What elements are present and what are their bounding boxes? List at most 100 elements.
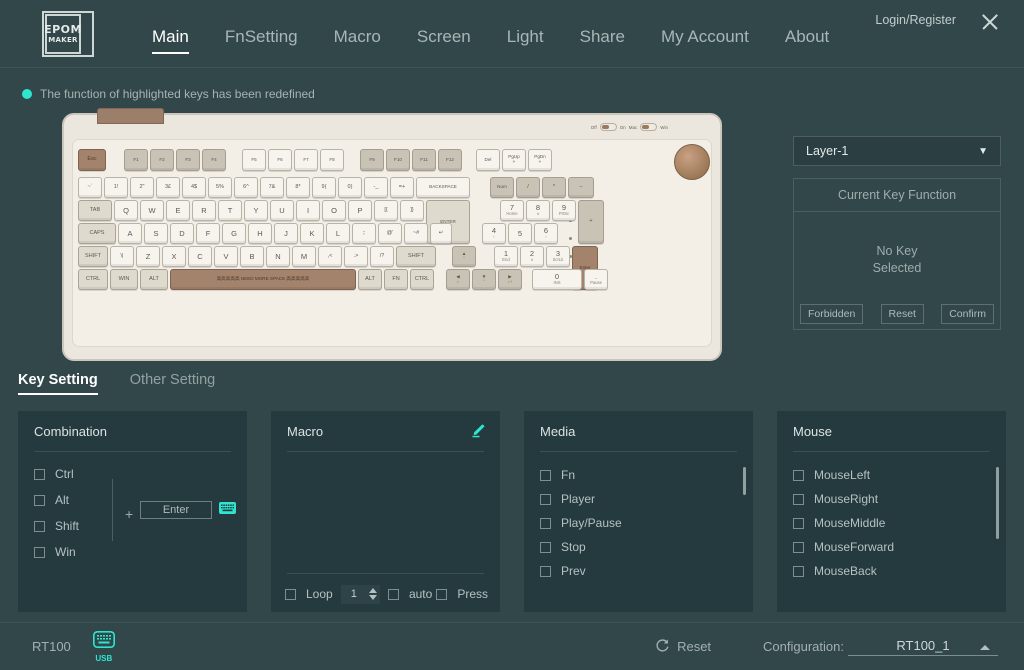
keyboard-key[interactable]: CTRL <box>410 269 434 290</box>
keyboard-key[interactable]: G <box>222 223 246 244</box>
keyboard-key[interactable]: H <box>248 223 272 244</box>
keyboard-key[interactable]: E <box>166 200 190 221</box>
macro-loop-option[interactable]: Loop <box>285 584 333 604</box>
checkbox[interactable] <box>540 469 551 481</box>
checkbox[interactable] <box>793 469 804 481</box>
keyboard-key[interactable]: 8 ∧ <box>526 200 550 221</box>
keyboard-key[interactable]: F5 <box>242 149 266 171</box>
keyboard-key[interactable]: 高高高高高 NEED MORE SPACE 高高高高高 <box>170 269 356 290</box>
modifier-option[interactable]: Ctrl <box>34 461 112 487</box>
keyboard-key[interactable]: F7 <box>294 149 318 171</box>
keyboard-key[interactable]: 6^ <box>234 177 258 198</box>
checkbox[interactable] <box>793 541 804 553</box>
keyboard-key[interactable]: ↵ <box>430 223 452 244</box>
keyboard-key[interactable]: Q <box>114 200 138 221</box>
tab-other-setting[interactable]: Other Setting <box>130 372 215 395</box>
keyboard-key[interactable]: 3£ <box>156 177 180 198</box>
checkbox[interactable] <box>540 493 551 505</box>
keyboard-key[interactable]: CAPS <box>78 223 116 244</box>
nav-item-about[interactable]: About <box>785 0 829 68</box>
keyboard-key[interactable]: PgUp ☀ <box>502 149 526 171</box>
keyboard-key[interactable]: \| <box>110 246 134 267</box>
keyboard-key[interactable]: 7 Home <box>500 200 524 221</box>
stepper-up-icon[interactable] <box>369 588 378 593</box>
keyboard-key[interactable]: * <box>542 177 566 198</box>
keyboard-key[interactable]: D <box>170 223 194 244</box>
keyboard-key[interactable]: ]} <box>400 200 424 221</box>
macro-press-option[interactable]: Press <box>436 584 488 604</box>
keyboard-key[interactable]: F1 <box>124 149 148 171</box>
keyboard-key[interactable]: F8 <box>320 149 344 171</box>
close-icon[interactable] <box>978 10 1002 34</box>
nav-item-screen[interactable]: Screen <box>417 0 471 68</box>
keyboard-toggle-switch[interactable] <box>599 123 617 131</box>
media-option[interactable]: Fn <box>540 463 743 487</box>
keyboard-toggles[interactable]: Off On Mac Win <box>591 123 668 131</box>
keyboard-key[interactable]: ~` <box>78 177 102 198</box>
modifier-option[interactable]: Shift <box>34 513 112 539</box>
keyboard-key[interactable]: X <box>162 246 186 267</box>
keyboard-key[interactable]: S <box>144 223 168 244</box>
keyboard-key[interactable]: 2 ∨ <box>520 246 544 267</box>
mouse-option[interactable]: MouseBack <box>793 559 996 583</box>
nav-item-main[interactable]: Main <box>152 0 189 68</box>
keyboard-key[interactable]: – <box>568 177 594 198</box>
keyboard-key[interactable]: / <box>516 177 540 198</box>
keyboard-key[interactable]: F6 <box>268 149 292 171</box>
keyboard-key[interactable]: . Pause <box>584 269 608 290</box>
nav-item-macro[interactable]: Macro <box>334 0 381 68</box>
keyboard-key[interactable]: 1 End <box>494 246 518 267</box>
checkbox[interactable] <box>34 520 45 532</box>
keyboard-key[interactable]: 7& <box>260 177 284 198</box>
nav-item-light[interactable]: Light <box>507 0 544 68</box>
login-register-link[interactable]: Login/Register <box>875 13 956 27</box>
keyboard-key[interactable]: ▶ ♪+ <box>498 269 522 290</box>
keyboard-key[interactable]: A <box>118 223 142 244</box>
keyboard-key[interactable]: 1! <box>104 177 128 198</box>
combination-key-field[interactable]: Enter <box>140 501 212 519</box>
stepper-down-icon[interactable] <box>369 595 378 600</box>
media-scrollbar[interactable] <box>743 467 746 495</box>
keyboard-key[interactable]: CTRL <box>78 269 108 290</box>
keyboard-key[interactable]: SHIFT <box>396 246 436 267</box>
checkbox[interactable] <box>34 468 45 480</box>
configuration-select[interactable]: RT100_1 <box>848 638 998 656</box>
keyboard-key[interactable]: U <box>270 200 294 221</box>
checkbox[interactable] <box>540 565 551 577</box>
keyboard-key[interactable]: SHIFT <box>78 246 108 267</box>
keyboard-key[interactable]: @' <box>378 223 402 244</box>
confirm-button[interactable]: Confirm <box>941 304 994 324</box>
keyboard-key[interactable]: + <box>578 200 604 244</box>
keyboard-key[interactable]: .> <box>344 246 368 267</box>
keyboard-key[interactable]: 2" <box>130 177 154 198</box>
checkbox[interactable] <box>793 493 804 505</box>
keyboard-visualizer[interactable]: Off On Mac Win Esc F1 F2 F3 F4 F5 F6 F7 F8 F9 F10 F11 F… <box>62 108 722 361</box>
keyboard-key[interactable]: ALT <box>140 269 168 290</box>
keyboard-key[interactable]: F9 <box>360 149 384 171</box>
checkbox[interactable] <box>387 588 399 600</box>
keyboard-key[interactable]: W <box>140 200 164 221</box>
keyboard-key[interactable]: ,< <box>318 246 342 267</box>
keyboard-key[interactable]: PgDn ☀ <box>528 149 552 171</box>
nav-item-my-account[interactable]: My Account <box>661 0 749 68</box>
keyboard-key[interactable]: Del <box>476 149 500 171</box>
keyboard-key[interactable]: Z <box>136 246 160 267</box>
keyboard-key[interactable]: FN <box>384 269 408 290</box>
keyboard-key[interactable]: F2 <box>150 149 174 171</box>
keyboard-key[interactable]: P <box>348 200 372 221</box>
modifier-option[interactable]: Win <box>34 539 112 565</box>
keyboard-key[interactable]: J <box>274 223 298 244</box>
keyboard-key[interactable]: -_ <box>364 177 388 198</box>
keyboard-key[interactable]: Y <box>244 200 268 221</box>
keyboard-key[interactable]: ALT <box>358 269 382 290</box>
volume-knob[interactable] <box>674 144 710 180</box>
keyboard-key[interactable]: F4 <box>202 149 226 171</box>
keyboard-key[interactable]: R <box>192 200 216 221</box>
media-option[interactable]: Player <box>540 487 743 511</box>
keyboard-key[interactable]: O <box>322 200 346 221</box>
checkbox[interactable] <box>793 565 804 577</box>
keyboard-key[interactable]: ~# <box>404 223 428 244</box>
keyboard-key[interactable]: ▼ ° <box>472 269 496 290</box>
mouse-option[interactable]: MouseRight <box>793 487 996 511</box>
keyboard-key[interactable]: [{ <box>374 200 398 221</box>
